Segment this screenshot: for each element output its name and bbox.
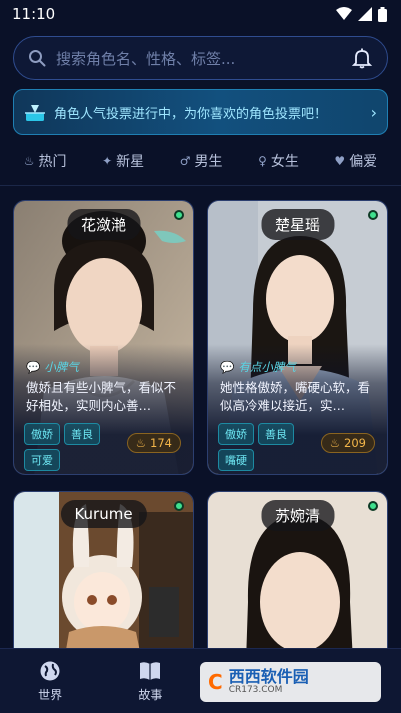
online-indicator <box>174 210 184 220</box>
chevron-right-icon: › <box>370 102 377 122</box>
online-indicator <box>174 501 184 511</box>
character-card[interactable]: 楚星瑶 💬 有点小脾气 她性格傲娇，嘴硬心软，看似高冷难以接近，实… 傲娇 善良… <box>207 200 388 475</box>
character-name: 楚星瑶 <box>260 209 335 240</box>
flame-icon: ♨ <box>135 436 147 450</box>
wifi-icon <box>336 7 352 20</box>
tag-list: 傲娇 善良 嘴硬 <box>218 423 328 471</box>
character-card[interactable]: 花潋滟 💬 小脾气 傲娇且有些小脾气，看似不好相处，实则内心善… 傲娇 善良 可… <box>13 200 194 475</box>
nav-world-label: 世界 <box>38 687 63 702</box>
tab-female[interactable]: ♀ 女生 <box>258 151 299 171</box>
nav-world[interactable]: 世界 <box>15 660 85 703</box>
signal-icon <box>358 7 372 21</box>
tab-female-label: 女生 <box>270 154 299 170</box>
male-icon: ♂ <box>179 154 191 168</box>
online-indicator <box>368 501 378 511</box>
character-name: 苏婉清 <box>260 500 335 531</box>
tab-male-label: 男生 <box>194 154 223 170</box>
character-mood: 💬 小脾气 <box>26 359 79 375</box>
bell-icon[interactable] <box>351 47 373 69</box>
watermark-brand: 西西软件园 <box>228 667 309 687</box>
tag[interactable]: 傲娇 <box>218 423 254 445</box>
vote-banner[interactable]: 角色人气投票进行中，为你喜欢的角色投票吧！ › <box>13 89 388 135</box>
popularity-badge: ♨ 174 <box>126 433 181 453</box>
chat-bubble-icon: 💬 <box>26 360 41 374</box>
tag[interactable]: 嘴硬 <box>218 449 254 471</box>
tag[interactable]: 傲娇 <box>24 423 60 445</box>
online-indicator <box>368 210 378 220</box>
divider <box>0 185 401 186</box>
tab-hot[interactable]: ♨ 热门 <box>24 151 67 171</box>
tag[interactable]: 善良 <box>64 423 100 445</box>
nav-story[interactable]: 故事 <box>115 660 185 703</box>
character-name: 花潋滟 <box>66 209 141 240</box>
flame-icon: ♨ <box>23 154 35 168</box>
flame-icon: ♨ <box>329 436 341 450</box>
character-card[interactable]: 苏婉清 <box>207 491 388 661</box>
watermark-mark: C <box>208 670 223 694</box>
vote-banner-text: 角色人气投票进行中，为你喜欢的角色投票吧！ <box>54 106 328 122</box>
heart-icon: ♥ <box>334 154 346 168</box>
status-bar: 11:10 <box>0 0 401 28</box>
tab-favorite[interactable]: ♥ 偏爱 <box>334 151 377 171</box>
ballot-box-icon <box>25 105 45 121</box>
watermark-url: CR173.COM <box>228 684 283 695</box>
search-input[interactable]: 搜索角色名、性格、标签... <box>56 48 351 69</box>
tag[interactable]: 善良 <box>258 423 294 445</box>
book-icon <box>140 661 161 680</box>
tag-list: 傲娇 善良 可爱 <box>24 423 134 471</box>
globe-icon <box>40 661 60 680</box>
watermark-logo: C 西西软件园 CR173.COM <box>200 662 381 702</box>
character-mood-text: 有点小脾气 <box>238 360 296 374</box>
status-time: 11:10 <box>12 5 56 23</box>
tab-new[interactable]: ✦ 新星 <box>102 151 144 171</box>
popularity-count: 209 <box>344 436 366 450</box>
female-icon: ♀ <box>258 154 267 168</box>
status-icons <box>336 6 387 22</box>
character-description: 傲娇且有些小脾气，看似不好相处，实则内心善… <box>26 380 177 413</box>
nav-story-label: 故事 <box>138 687 163 702</box>
tag[interactable]: 可爱 <box>24 449 60 471</box>
character-mood-text: 小脾气 <box>44 360 79 374</box>
character-mood: 💬 有点小脾气 <box>220 359 296 375</box>
tab-male[interactable]: ♂ 男生 <box>180 151 223 171</box>
tab-hot-label: 热门 <box>38 154 67 170</box>
search-icon <box>29 50 46 67</box>
sparkle-icon: ✦ <box>102 154 113 168</box>
character-description: 她性格傲娇，嘴硬心软，看似高冷难以接近，实… <box>220 380 371 413</box>
tab-favorite-label: 偏爱 <box>349 154 378 170</box>
popularity-count: 174 <box>150 436 172 450</box>
character-name: Kurume <box>60 500 147 528</box>
chat-bubble-icon: 💬 <box>220 360 235 374</box>
character-card[interactable]: Kurume <box>13 491 194 661</box>
popularity-badge: ♨ 209 <box>320 433 375 453</box>
category-tabs: ♨ 热门 ✦ 新星 ♂ 男生 ♀ 女生 ♥ 偏爱 <box>0 145 401 177</box>
search-bar[interactable]: 搜索角色名、性格、标签... <box>13 36 388 80</box>
tab-new-label: 新星 <box>116 154 145 170</box>
battery-icon <box>378 6 387 22</box>
